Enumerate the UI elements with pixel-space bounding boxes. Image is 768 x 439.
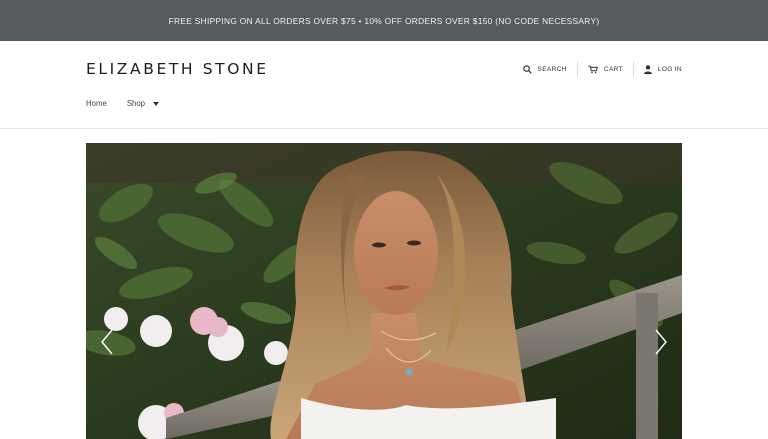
- login-link[interactable]: LOG IN: [634, 61, 682, 77]
- main-nav: Home Shop: [86, 99, 160, 108]
- nav-item-label: Home: [86, 99, 107, 108]
- nav-item-home[interactable]: Home: [86, 99, 107, 108]
- hero-slideshow[interactable]: [86, 143, 682, 439]
- prev-slide-button[interactable]: [100, 329, 114, 355]
- search-label: SEARCH: [537, 65, 567, 73]
- announcement-text: FREE SHIPPING ON ALL ORDERS OVER $75 • 1…: [168, 15, 600, 26]
- search-icon: [522, 64, 532, 74]
- chevron-left-icon: [100, 329, 114, 355]
- user-icon: [643, 64, 652, 74]
- cart-link[interactable]: CART: [578, 61, 633, 77]
- utility-nav: SEARCH CART LOG IN: [513, 61, 682, 77]
- search-link[interactable]: SEARCH: [513, 61, 577, 77]
- announcement-bar: FREE SHIPPING ON ALL ORDERS OVER $75 • 1…: [0, 0, 768, 41]
- caret-down-icon: [153, 101, 160, 106]
- hero-image: [86, 143, 682, 439]
- next-slide-button[interactable]: [654, 329, 668, 355]
- nav-item-label: Shop: [126, 99, 146, 108]
- nav-item-shop[interactable]: Shop: [126, 99, 160, 108]
- cart-label: CART: [603, 65, 623, 73]
- cart-icon: [588, 65, 598, 74]
- site-logo[interactable]: ELIZABETH STONE: [86, 60, 269, 78]
- login-label: LOG IN: [657, 65, 682, 73]
- site-header: ELIZABETH STONE SEARCH CART LOG IN Home …: [0, 41, 768, 129]
- chevron-right-icon: [654, 329, 668, 355]
